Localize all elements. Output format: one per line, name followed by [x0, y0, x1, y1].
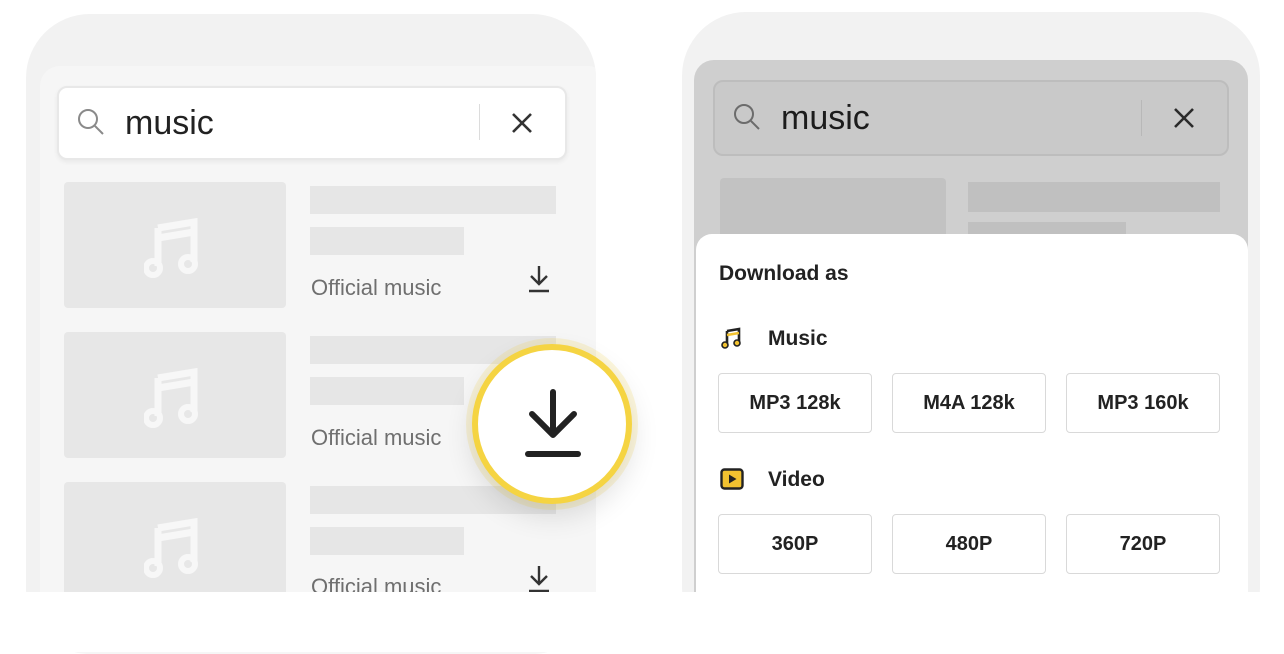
search-bar: music: [713, 80, 1229, 156]
bottom-crop: [640, 592, 1284, 652]
video-thumbnail[interactable]: [64, 482, 286, 608]
search-input[interactable]: music: [125, 106, 214, 140]
format-button-360p[interactable]: 360P: [718, 514, 872, 574]
music-note-icon: [144, 518, 198, 578]
download-icon[interactable]: [526, 264, 552, 294]
title-placeholder: [968, 182, 1220, 212]
search-input: music: [781, 99, 870, 137]
download-icon[interactable]: [526, 564, 552, 594]
search-divider: [479, 104, 480, 140]
subtitle-placeholder: [310, 527, 464, 555]
music-section-label: Music: [768, 327, 828, 350]
search-bar[interactable]: music: [57, 86, 567, 160]
format-button-mp3-128k[interactable]: MP3 128k: [718, 373, 872, 433]
video-thumbnail[interactable]: [64, 332, 286, 458]
close-icon: [1174, 108, 1194, 128]
search-divider: [1141, 100, 1142, 136]
video-thumbnail[interactable]: [64, 182, 286, 308]
search-icon: [734, 104, 760, 130]
download-icon: [525, 389, 581, 457]
format-button-mp3-160k[interactable]: MP3 160k: [1066, 373, 1220, 433]
music-note-icon: [144, 368, 198, 428]
subtitle-placeholder: [310, 377, 464, 405]
music-note-icon: [721, 327, 742, 349]
video-section-label: Video: [768, 468, 825, 491]
music-note-icon: [144, 218, 198, 278]
download-options-sheet: Download as Music MP3 128k M4A 128k MP3 …: [696, 234, 1248, 614]
sheet-title: Download as: [719, 262, 849, 285]
search-icon: [78, 109, 104, 135]
format-button-m4a-128k[interactable]: M4A 128k: [892, 373, 1046, 433]
bottom-crop: [0, 592, 640, 652]
highlighted-download-button[interactable]: [472, 344, 632, 504]
format-button-720p[interactable]: 720P: [1066, 514, 1220, 574]
result-subtitle: Official music: [311, 425, 442, 450]
format-button-480p[interactable]: 480P: [892, 514, 1046, 574]
close-icon[interactable]: [511, 112, 533, 134]
result-subtitle: Official music: [311, 275, 442, 300]
subtitle-placeholder: [310, 227, 464, 255]
title-placeholder: [310, 186, 556, 214]
video-play-icon: [720, 468, 744, 490]
